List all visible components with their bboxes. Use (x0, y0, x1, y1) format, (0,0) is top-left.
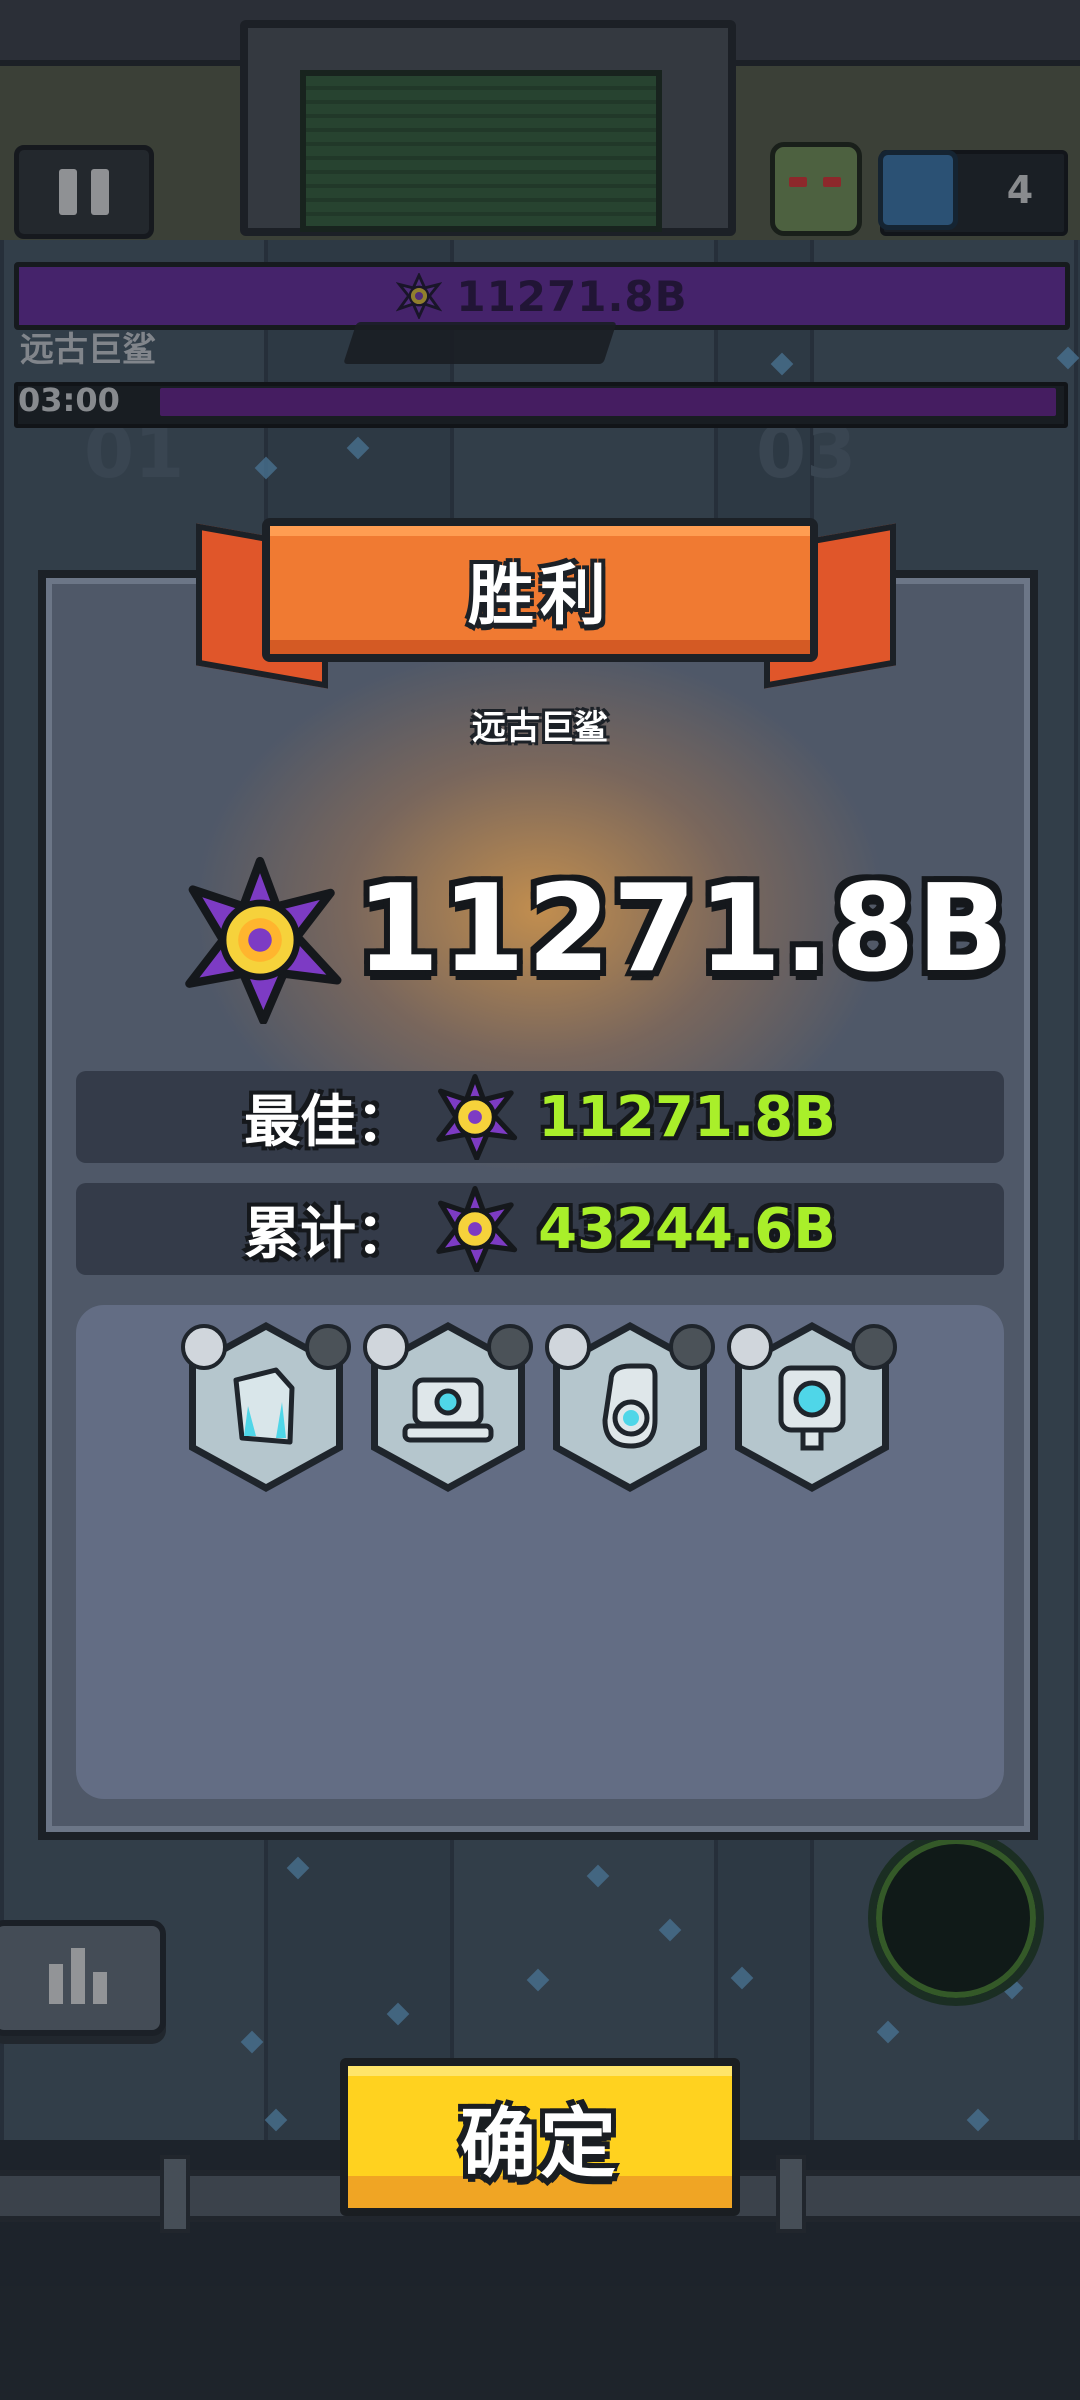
rocket-icon (305, 1324, 351, 1370)
gun-icon (669, 1324, 715, 1370)
dome-icon (851, 1324, 897, 1370)
total-score-row: 累计： 43244.6B (76, 1183, 1004, 1275)
boss-subtitle: 远古巨鲨 (472, 708, 608, 748)
victory-title: 胜利 (468, 557, 612, 634)
crown-icon (363, 1324, 409, 1370)
item-cannon-turret[interactable] (545, 1322, 715, 1492)
energy-star-icon (436, 1074, 518, 1160)
drill-icon (487, 1324, 533, 1370)
crystal-shard-icon (233, 1367, 295, 1445)
best-label: 最佳： (244, 1089, 413, 1155)
score-value: 11271.8B (356, 860, 1011, 999)
item-laptop-turret[interactable] (363, 1322, 533, 1492)
confirm-button[interactable]: 确定 (340, 2058, 740, 2216)
crown-icon (545, 1324, 591, 1370)
laptop-turret-icon (402, 1377, 494, 1443)
shield-icon (181, 1324, 227, 1370)
total-value: 43244.6B (538, 1196, 836, 1262)
best-score-row: 最佳： 11271.8B (76, 1071, 1004, 1163)
cannon-turret-icon (602, 1363, 658, 1449)
total-label: 累计： (244, 1201, 413, 1267)
confirm-label: 确定 (460, 2099, 620, 2188)
best-value: 11271.8B (538, 1084, 836, 1150)
item-camera-turret[interactable] (727, 1322, 897, 1492)
energy-star-icon (185, 856, 342, 1024)
item-crystal-shard[interactable] (181, 1322, 351, 1492)
shield-icon (727, 1324, 773, 1370)
camera-turret-icon (778, 1365, 846, 1451)
energy-star-icon (436, 1186, 518, 1272)
title-ribbon: 胜利 (262, 518, 818, 662)
